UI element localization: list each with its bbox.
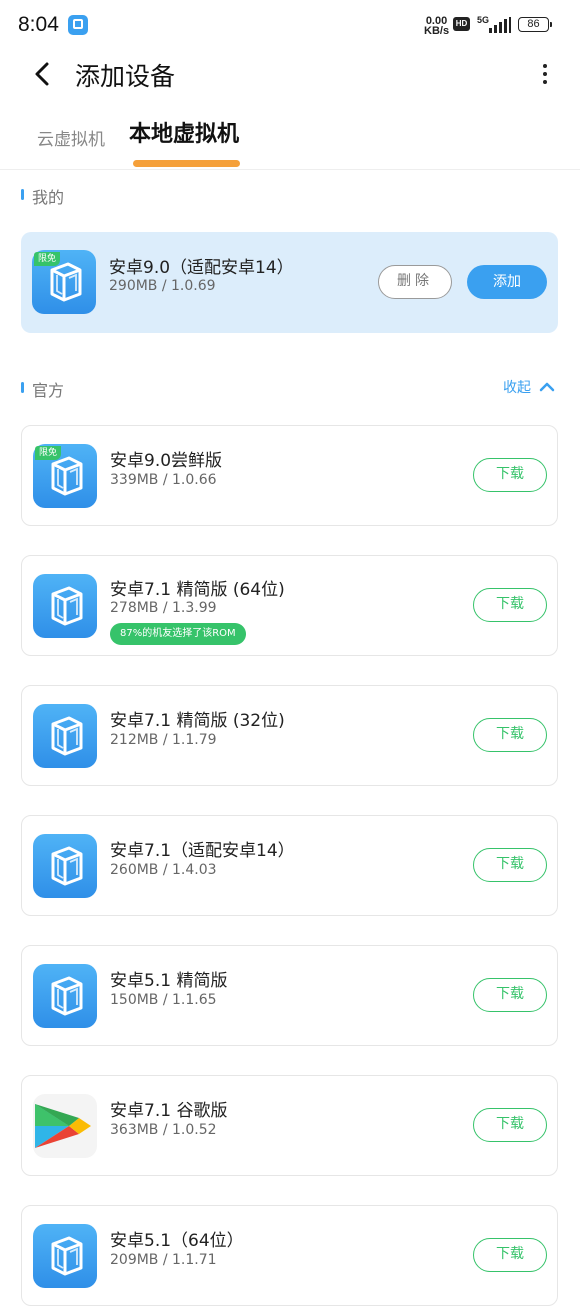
add-button[interactable]: 添加 [467,265,547,299]
vm-cube-icon [33,574,97,638]
vm-name: 安卓7.1 精简版 (32位) [110,711,285,731]
vm-card[interactable]: 安卓7.1 谷歌版 363MB / 1.0.52 下载 [21,1075,558,1176]
vm-name: 安卓5.1（64位） [110,1231,244,1251]
section-marker [21,189,24,200]
vm-size-version: 339MB / 1.0.66 [110,472,217,488]
tabs-divider [0,169,580,170]
vm-card[interactable]: 安卓7.1 精简版 (32位) 212MB / 1.1.79 下载 [21,685,558,786]
download-button[interactable]: 下载 [473,848,547,882]
section-title-mine: 我的 [32,188,65,207]
vm-card[interactable]: 安卓5.1（64位） 209MB / 1.1.71 下载 [21,1205,558,1306]
tab-cloud-vm[interactable]: 云虚拟机 [37,125,105,150]
tab-active-indicator [133,160,240,167]
vm-size-version: 260MB / 1.4.03 [110,862,217,878]
network-type: 5G [477,15,490,25]
section-title-official: 官方 [32,381,65,400]
vm-size-version: 150MB / 1.1.65 [110,992,217,1008]
download-button[interactable]: 下载 [473,718,547,752]
collapse-button[interactable]: 收起 [503,377,531,397]
limited-free-badge: 限免 [34,252,61,266]
limited-free-badge: 限免 [35,446,62,460]
vm-name: 安卓7.1 精简版 (64位) [110,580,285,600]
download-button[interactable]: 下载 [473,1108,547,1142]
vm-size-version: 290MB / 1.0.69 [109,278,216,294]
download-button[interactable]: 下载 [473,588,547,622]
vm-name: 安卓9.0（适配安卓14） [109,258,294,278]
vm-card-mine[interactable]: 限免 安卓9.0（适配安卓14） 290MB / 1.0.69 删除 添加 [21,232,558,333]
more-options-icon[interactable] [533,62,557,86]
vm-cube-icon [33,1224,97,1288]
download-button[interactable]: 下载 [473,458,547,492]
network-speed: 0.00 KB/s [424,16,450,37]
hd-voice-icon: HD [453,17,470,31]
app-notification-icon [68,15,88,35]
status-time: 8:04 [18,13,59,36]
vm-card[interactable]: 安卓7.1（适配安卓14） 260MB / 1.4.03 下载 [21,815,558,916]
vm-cube-icon [33,964,97,1028]
vm-cube-icon [33,704,97,768]
section-marker [21,382,24,393]
play-store-icon [33,1094,97,1158]
tab-local-vm[interactable]: 本地虚拟机 [129,116,239,148]
back-arrow-icon[interactable] [30,60,56,88]
chevron-up-icon[interactable] [538,379,556,393]
vm-size-version: 209MB / 1.1.71 [110,1252,217,1268]
vm-cube-icon [33,834,97,898]
download-button[interactable]: 下载 [473,978,547,1012]
signal-strength-icon [489,17,511,33]
vm-name: 安卓9.0尝鲜版 [110,451,223,471]
vm-size-version: 363MB / 1.0.52 [110,1122,217,1138]
vm-size-version: 278MB / 1.3.99 [110,600,217,616]
delete-button[interactable]: 删除 [378,265,452,299]
vm-name: 安卓7.1（适配安卓14） [110,841,295,861]
page-title: 添加设备 [75,62,176,91]
network-speed-unit: KB/s [424,25,450,37]
battery-icon: 86 [518,17,552,32]
vm-card[interactable]: 安卓7.1 精简版 (64位) 278MB / 1.3.99 87%的机友选择了… [21,555,558,656]
vm-name: 安卓5.1 精简版 [110,971,228,991]
download-button[interactable]: 下载 [473,1238,547,1272]
vm-name: 安卓7.1 谷歌版 [110,1101,228,1121]
vm-card[interactable]: 限免 安卓9.0尝鲜版 339MB / 1.0.66 下载 [21,425,558,526]
popularity-tag: 87%的机友选择了该ROM [110,623,246,645]
vm-card[interactable]: 安卓5.1 精简版 150MB / 1.1.65 下载 [21,945,558,1046]
status-bar: 8:04 0.00 KB/s HD 5G 86 [0,0,580,52]
vm-size-version: 212MB / 1.1.79 [110,732,217,748]
